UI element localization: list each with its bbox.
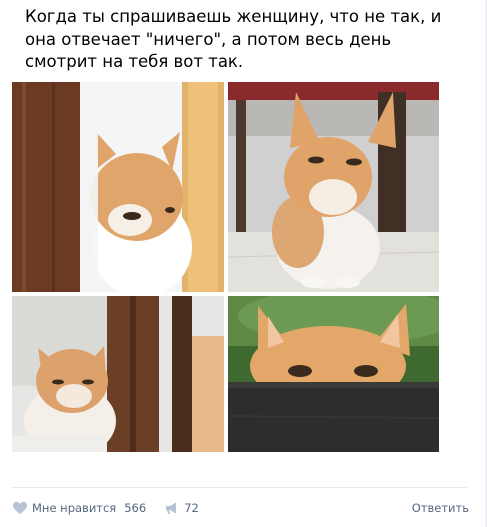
post-text-line: смотрит на тебя вот так. bbox=[25, 52, 244, 71]
photo-grid bbox=[12, 82, 439, 452]
post-text: Когда ты спрашиваешь женщину, что не так… bbox=[25, 6, 465, 74]
post-text-line: она отвечает "ничего", а потом весь день bbox=[25, 29, 392, 49]
photo-cat-peeking-door[interactable] bbox=[12, 82, 224, 292]
post-footer: Мне нравится 566 72 Ответить bbox=[12, 496, 469, 520]
like-button[interactable]: Мне нравится 566 bbox=[12, 500, 146, 516]
megaphone-icon bbox=[166, 502, 177, 514]
photo-cat-sitting[interactable] bbox=[228, 82, 439, 292]
post-text-line: Когда ты спрашиваешь женщину, что не так… bbox=[25, 7, 442, 26]
reply-button[interactable]: Ответить bbox=[412, 501, 469, 515]
photo-cat-peeking-over-edge[interactable] bbox=[228, 296, 439, 452]
heart-icon bbox=[13, 501, 27, 514]
like-count: 566 bbox=[124, 501, 147, 515]
like-label: Мне нравится bbox=[32, 501, 117, 515]
footer-divider bbox=[12, 487, 467, 488]
photo-cat-behind-chair[interactable] bbox=[12, 296, 224, 452]
repost-button[interactable]: 72 bbox=[164, 501, 199, 515]
repost-count: 72 bbox=[184, 501, 199, 515]
